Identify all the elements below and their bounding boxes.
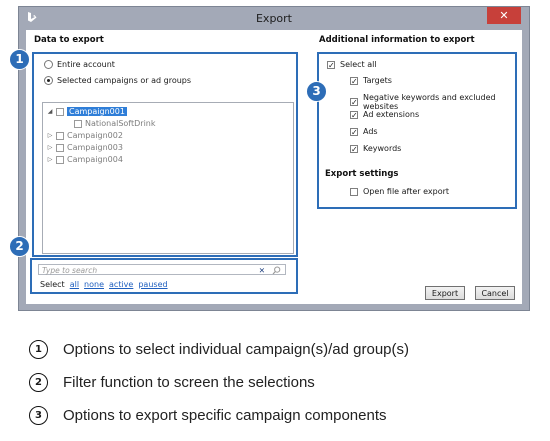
tree-item-nationalsoftdrink[interactable]: NationalSoftDrink xyxy=(74,119,156,128)
tree-item-campaign004[interactable]: ▷ Campaign004 xyxy=(47,155,123,164)
legend-text: Filter function to screen the selections xyxy=(63,374,315,391)
checkbox[interactable] xyxy=(74,119,82,128)
dialog-body: Data to export Entire account Selected c… xyxy=(26,30,522,304)
option-targets[interactable]: ✓ Targets xyxy=(350,76,392,85)
tree-item-campaign003[interactable]: ▷ Campaign003 xyxy=(47,143,123,152)
option-select-all[interactable]: ✓ Select all xyxy=(327,60,377,69)
select-none-link[interactable]: none xyxy=(84,280,104,289)
select-links: Select all none active paused xyxy=(40,280,168,289)
select-paused-link[interactable]: paused xyxy=(138,280,167,289)
radio-button-selected[interactable] xyxy=(44,76,53,85)
option-label: Keywords xyxy=(363,144,402,153)
radio-selected-campaigns[interactable]: Selected campaigns or ad groups xyxy=(44,76,191,85)
radio-selected-label: Selected campaigns or ad groups xyxy=(57,76,192,85)
checkbox-checked[interactable]: ✓ xyxy=(350,98,358,107)
checkbox-checked[interactable]: ✓ xyxy=(350,127,358,136)
option-label: Negative keywords and excluded websites xyxy=(363,93,496,111)
title-bar: Export ✕ xyxy=(19,7,529,29)
callout-badge-3: 3 xyxy=(306,81,327,102)
option-label: Ads xyxy=(363,127,378,136)
checkbox[interactable] xyxy=(350,187,358,196)
export-dialog: Export ✕ Data to export Entire account S… xyxy=(18,6,530,311)
tree-item-label: Campaign001 xyxy=(67,107,127,116)
callout-badge-2: 2 xyxy=(9,236,30,257)
option-ad-extensions[interactable]: ✓ Ad extensions xyxy=(350,110,419,119)
legend-text: Options to select individual campaign(s)… xyxy=(63,341,410,358)
search-placeholder: Type to search xyxy=(42,266,98,275)
campaign-tree[interactable]: ◢ Campaign001 NationalSoftDrink ▷ Campai… xyxy=(42,102,294,254)
tree-item-label: Campaign003 xyxy=(67,143,123,152)
checkbox[interactable] xyxy=(56,155,64,164)
search-input[interactable]: Type to search ✕ xyxy=(38,264,286,275)
option-label: Ad extensions xyxy=(363,110,420,119)
legend-item-2: 2 Filter function to screen the selectio… xyxy=(29,373,315,392)
select-active-link[interactable]: active xyxy=(109,280,133,289)
cancel-button[interactable]: Cancel xyxy=(475,286,515,300)
export-button[interactable]: Export xyxy=(425,286,465,300)
selection-panel: Entire account Selected campaigns or ad … xyxy=(32,52,298,257)
collapsed-arrow-icon[interactable]: ▷ xyxy=(47,132,53,139)
option-negative-keywords[interactable]: ✓ Negative keywords and excluded website… xyxy=(350,93,515,111)
radio-entire-account[interactable]: Entire account xyxy=(44,60,115,69)
option-label: Targets xyxy=(363,76,392,85)
radio-button[interactable] xyxy=(44,60,53,69)
checkbox[interactable] xyxy=(56,107,64,116)
expanded-arrow-icon[interactable]: ◢ xyxy=(47,108,53,115)
checkbox-checked[interactable]: ✓ xyxy=(327,60,335,69)
option-keywords[interactable]: ✓ Keywords xyxy=(350,144,401,153)
export-settings-heading: Export settings xyxy=(325,169,399,179)
components-panel: ✓ Select all ✓ Targets ✓ Negative keywor… xyxy=(317,52,517,209)
callout-badge-1: 1 xyxy=(9,49,30,70)
search-icon[interactable] xyxy=(272,266,281,275)
collapsed-arrow-icon[interactable]: ▷ xyxy=(47,144,53,151)
clear-search-icon[interactable]: ✕ xyxy=(259,265,265,276)
option-label: Select all xyxy=(340,60,377,69)
legend-text: Options to export specific campaign comp… xyxy=(63,407,387,424)
checkbox[interactable] xyxy=(56,131,64,140)
collapsed-arrow-icon[interactable]: ▷ xyxy=(47,156,53,163)
radio-entire-label: Entire account xyxy=(57,60,115,69)
tree-item-campaign001[interactable]: ◢ Campaign001 xyxy=(47,107,127,116)
tree-item-label: Campaign004 xyxy=(67,155,123,164)
select-all-link[interactable]: all xyxy=(70,280,79,289)
tree-item-label: Campaign002 xyxy=(67,131,123,140)
legend-number: 2 xyxy=(29,373,48,392)
option-ads[interactable]: ✓ Ads xyxy=(350,127,378,136)
legend-number: 3 xyxy=(29,406,48,425)
additional-info-heading: Additional information to export xyxy=(319,35,475,45)
legend-number: 1 xyxy=(29,340,48,359)
filter-panel: Type to search ✕ Select all none active … xyxy=(30,258,298,294)
checkbox-checked[interactable]: ✓ xyxy=(350,110,358,119)
window-title: Export xyxy=(255,12,292,25)
option-open-file[interactable]: Open file after export xyxy=(350,187,449,196)
close-button[interactable]: ✕ xyxy=(487,7,521,24)
legend-item-3: 3 Options to export specific campaign co… xyxy=(29,406,387,425)
option-label: Open file after export xyxy=(363,187,450,196)
checkbox[interactable] xyxy=(56,143,64,152)
select-label: Select xyxy=(40,280,65,289)
data-to-export-heading: Data to export xyxy=(34,35,104,45)
checkbox-checked[interactable]: ✓ xyxy=(350,76,358,85)
tree-item-campaign002[interactable]: ▷ Campaign002 xyxy=(47,131,123,140)
tree-item-label: NationalSoftDrink xyxy=(85,119,156,128)
checkbox-checked[interactable]: ✓ xyxy=(350,144,358,153)
legend-item-1: 1 Options to select individual campaign(… xyxy=(29,340,409,359)
